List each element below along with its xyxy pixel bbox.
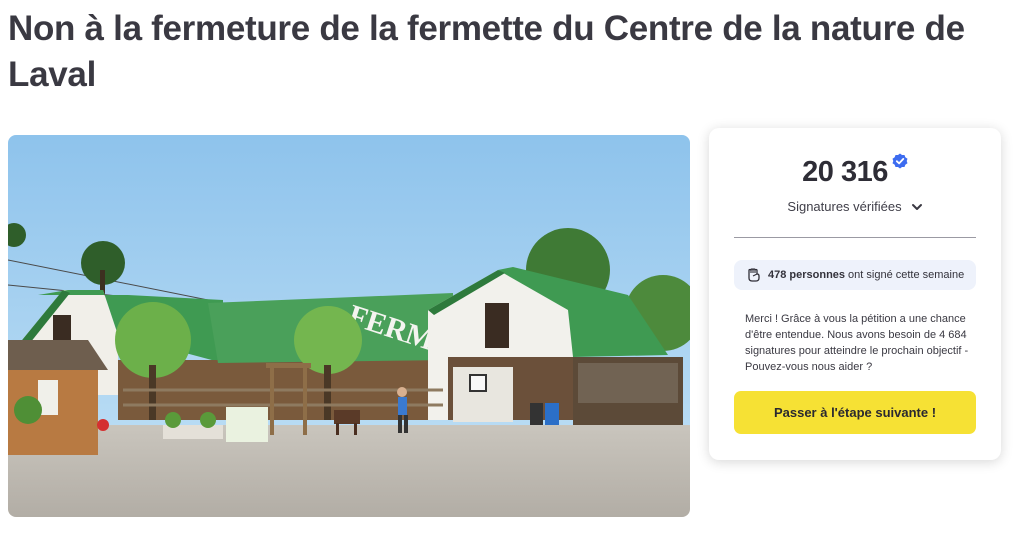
signature-count-row: 20 316 [709, 153, 1001, 190]
petition-title: Non à la fermeture de la fermette du Cen… [8, 9, 965, 94]
weekly-signers-text: ont signé cette semaine [848, 269, 965, 281]
raised-fist-icon [748, 268, 760, 282]
chevron-down-icon [911, 203, 922, 210]
next-step-button[interactable]: Passer à l'étape suivante ! [734, 391, 976, 434]
weekly-signers-badge: 478 personnes ont signé cette semaine [734, 260, 976, 290]
signature-count: 20 316 [802, 156, 888, 188]
progress-message: Merci ! Grâce à vous la pétition a une c… [745, 313, 969, 373]
weekly-signers-count: 478 personnes [768, 269, 846, 281]
panel-divider [734, 237, 976, 238]
petition-image: FERME [8, 135, 690, 517]
verified-signatures-toggle[interactable]: Signatures vérifiées [709, 199, 1001, 214]
verified-check-icon [892, 153, 908, 169]
signature-panel: 20 316 Signatures vérifiées 478 personne… [709, 128, 1001, 460]
verified-signatures-label: Signatures vérifiées [787, 199, 902, 214]
